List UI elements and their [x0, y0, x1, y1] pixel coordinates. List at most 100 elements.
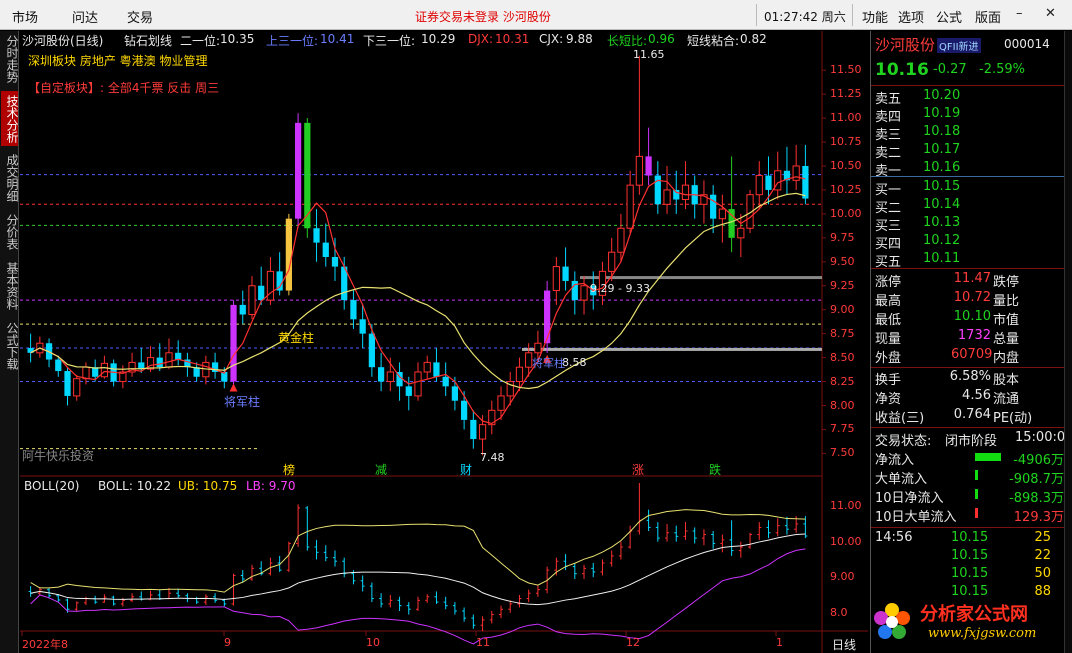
price-axis-label: 10.00 [830, 206, 862, 220]
stat-right-label: 股本 [993, 373, 1020, 388]
stat-row: 换手 6.58% 股本 [871, 368, 1066, 388]
stat-row: 涨停 11.47 跌停 [871, 270, 1066, 290]
candle-body [442, 376, 449, 387]
tick-row: 10.15 22 [871, 547, 1066, 566]
menu-market[interactable]: 市场 [12, 7, 38, 26]
candle-body [525, 352, 533, 368]
cdb-label: 长短比: [607, 34, 648, 48]
stat-label: 换手 [875, 373, 902, 388]
trade-state: 闭市阶段 [945, 434, 998, 449]
boll-mid: BOLL: 10.22 [98, 479, 172, 493]
bid-price: 10.12 [923, 233, 961, 248]
minimize-icon[interactable]: – [1016, 6, 1023, 21]
flow-bar [975, 470, 978, 480]
menu-layout[interactable]: 版面 [975, 7, 1001, 26]
candle-body [64, 371, 71, 396]
cdb-value: 0.96 [648, 32, 675, 46]
candle-body [165, 352, 173, 368]
tab-price-table[interactable]: 分价表 [1, 211, 19, 253]
price-858-label: 8.58 [562, 356, 587, 369]
candlestick-chart[interactable] [20, 31, 868, 653]
flow-bar [975, 489, 978, 499]
price-axis-label: 8.25 [830, 374, 855, 388]
price-axis-label: 9.50 [830, 254, 855, 268]
stat-value: 10.10 [953, 309, 991, 324]
login-notice[interactable]: 证券交易未登录 沙河股份 [415, 8, 551, 25]
current-price: 10.16 [875, 60, 929, 80]
golden-pillar-label: 黄金柱 [278, 331, 315, 345]
boll-upper: UB: 10.75 [178, 479, 238, 493]
cjx-value: 9.88 [566, 32, 593, 46]
stat-label: 最高 [875, 294, 902, 309]
line4-label: 下三一位: [363, 34, 416, 48]
flow-row: 10日大单流入 129.3万 [871, 505, 1066, 525]
candle-body [73, 378, 81, 397]
stock-name: 沙河股份 [875, 36, 936, 54]
date-axis-label: 9 [224, 636, 231, 649]
bid-row: 买四 10.12 [871, 232, 1066, 252]
stat-label: 最低 [875, 313, 902, 328]
flow-row: 大单流入 -908.7万 [871, 467, 1066, 487]
close-icon[interactable]: ✕ [1045, 6, 1056, 21]
tick-price: 10.15 [951, 548, 989, 563]
date-axis-label: 2022年8 [22, 638, 68, 651]
candle-body [792, 165, 800, 181]
event-marker: 财 [460, 463, 473, 477]
menu-formula[interactable]: 公式 [936, 7, 962, 26]
candle-body [258, 285, 265, 301]
separator [852, 4, 853, 26]
low-marker: 7.48 [480, 451, 505, 464]
indicator-name: 钻石划线 [124, 34, 173, 48]
candle-body [230, 304, 237, 382]
candle-body [451, 386, 459, 401]
price-axis-label: 9.00 [830, 302, 855, 316]
tab-trade-detail[interactable]: 成交明细 [1, 151, 19, 205]
panel-scrollbar[interactable] [1064, 31, 1072, 653]
menu-options[interactable]: 选项 [898, 7, 924, 26]
candle-body [82, 366, 90, 380]
candle-body [765, 175, 772, 190]
tab-formula-download[interactable]: 公式下载 [1, 319, 19, 373]
line3-label: 上三一位: [266, 34, 319, 48]
price-axis-label: 8.75 [830, 326, 855, 340]
candle-body [405, 386, 412, 396]
candle-body [359, 319, 366, 334]
clock: 01:27:42 周六 [764, 10, 846, 24]
boll-axis-label: 10.00 [830, 534, 862, 548]
tab-intraday[interactable]: 分时走势 [1, 33, 19, 85]
tab-basic-info[interactable]: 基本资料 [1, 259, 19, 313]
menu-function[interactable]: 功能 [862, 7, 888, 26]
candle-body [248, 285, 256, 315]
period-label[interactable]: 日线 [832, 636, 856, 653]
separator [756, 4, 757, 26]
candle-body [433, 362, 440, 377]
candle-body [802, 165, 809, 199]
ask-row: 卖二 10.17 [871, 141, 1066, 161]
candle-body [386, 371, 394, 383]
candle-body [718, 208, 726, 220]
candle-body [294, 122, 302, 219]
dxzh-value: 0.82 [740, 32, 767, 46]
candle-body [322, 242, 329, 257]
range-label: 9.29 - 9.33 [590, 282, 650, 295]
tick-row: 14:56 10.15 25 [871, 529, 1066, 548]
stat-value: 10.72 [953, 290, 991, 305]
menu-ask[interactable]: 问达 [72, 7, 98, 26]
tab-technical[interactable]: 技术分析 [1, 91, 19, 146]
candle-body [156, 357, 163, 368]
tick-price: 10.15 [951, 530, 989, 545]
ask-price: 10.20 [923, 88, 961, 103]
bid-row: 买五 10.11 [871, 250, 1066, 270]
bid-price: 10.11 [923, 251, 961, 266]
menu-trade[interactable]: 交易 [127, 7, 153, 26]
chart-area[interactable]: 沙河股份(日线) 钻石划线 二一位: 10.35 上三一位: 10.41 下三一… [20, 31, 868, 653]
resistance-zone [580, 276, 822, 280]
candle-body [737, 227, 745, 239]
price-axis-label: 9.25 [830, 278, 855, 292]
bid-price: 10.15 [923, 179, 961, 194]
price-axis-label: 11.25 [830, 87, 862, 101]
flow-value: -898.3万 [1009, 491, 1064, 506]
price-axis-label: 9.75 [830, 230, 855, 244]
candle-body [55, 359, 62, 372]
line2-value: 10.35 [220, 32, 255, 46]
